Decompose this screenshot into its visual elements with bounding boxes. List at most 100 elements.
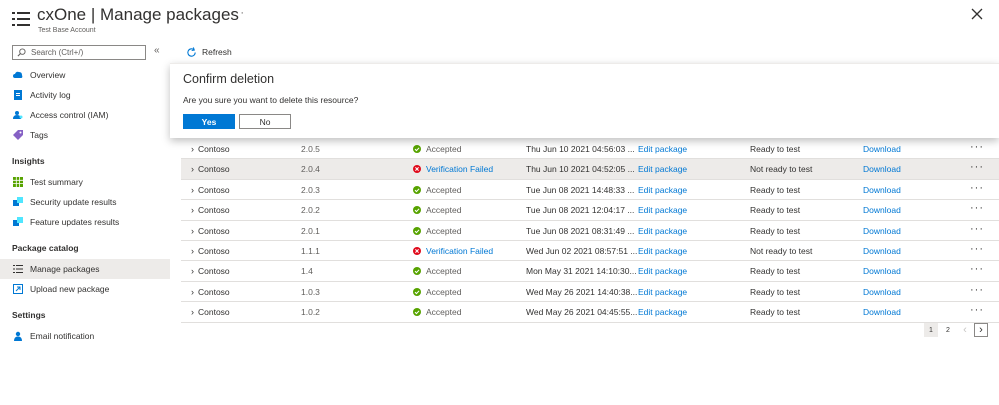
row-more-options-button[interactable]: ··· [970, 304, 984, 316]
download-link[interactable]: Download [863, 226, 901, 236]
page-subtitle: Test Base Account [38, 27, 96, 34]
package-name-cell[interactable]: › Contoso [191, 185, 230, 195]
table-row[interactable]: › Contoso 2.0.1 Accepted Tue Jun 08 2021 08:… [181, 221, 999, 241]
sidebar-item-activity-log[interactable]: Activity log [0, 85, 170, 105]
sidebar-item-email-notification[interactable]: Email notification [0, 326, 170, 346]
package-name-cell[interactable]: › Contoso [191, 307, 230, 317]
download-link[interactable]: Download [863, 185, 901, 195]
version-cell: 2.0.4 [301, 164, 320, 175]
download-link[interactable]: Download [863, 164, 901, 174]
cloud-icon [13, 71, 23, 78]
search-input[interactable]: Search (Ctrl+/) [12, 45, 146, 60]
date-cell: Tue Jun 08 2021 08:31:49 ... [526, 225, 635, 236]
sidebar-item-label: Manage packages [30, 264, 100, 274]
package-name-cell[interactable]: › Contoso [191, 226, 230, 236]
date-cell: Tue Jun 08 2021 14:48:33 ... [526, 184, 635, 195]
download-link[interactable]: Download [863, 307, 901, 317]
page-2-button[interactable]: 2 [941, 323, 955, 337]
status-cell[interactable]: Verification Failed [413, 164, 493, 174]
test-state-cell: Not ready to test [750, 245, 813, 256]
edit-package-link[interactable]: Edit package [638, 205, 687, 215]
sidebar-item-manage-packages[interactable]: Manage packages [0, 259, 170, 279]
row-more-options-button[interactable]: ··· [970, 263, 984, 275]
puzzle-icon [13, 197, 23, 206]
download-link[interactable]: Download [863, 266, 901, 276]
date-cell: Thu Jun 10 2021 04:56:03 ... [526, 144, 635, 154]
sidebar-item-feature-updates-results[interactable]: Feature updates results [0, 212, 170, 232]
edit-package-link[interactable]: Edit package [638, 307, 687, 317]
sidebar-item-security-update-results[interactable]: Security update results [0, 192, 170, 212]
row-more-options-button[interactable]: ··· [970, 243, 984, 255]
previous-page-button[interactable]: ‹ [958, 323, 972, 337]
row-more-options-button[interactable]: ··· [970, 284, 984, 296]
sidebar-item-test-summary[interactable]: Test summary [0, 172, 170, 192]
edit-package-link[interactable]: Edit package [638, 144, 687, 154]
table-row[interactable]: › Contoso 1.0.3 Accepted Wed May 26 2021 14:… [181, 282, 999, 303]
row-more-options-button[interactable]: ··· [970, 141, 984, 153]
no-button[interactable]: No [239, 114, 291, 129]
package-name-cell[interactable]: › Contoso [191, 266, 230, 276]
table-row[interactable]: › Contoso 2.0.4 Verification Failed Thu Jun … [181, 159, 999, 180]
dialog-message: Are you sure you want to delete this res… [183, 95, 359, 105]
chevron-right-icon: › [191, 184, 194, 195]
search-placeholder: Search (Ctrl+/) [31, 48, 84, 57]
page-1-button[interactable]: 1 [924, 323, 938, 337]
status-cell: Accepted [413, 266, 461, 276]
sidebar-item-overview[interactable]: Overview [0, 65, 170, 85]
edit-package-link[interactable]: Edit package [638, 185, 687, 195]
table-row[interactable]: › Contoso 1.0.2 Accepted Wed May 26 2021 04:… [181, 302, 999, 323]
collapse-sidebar-button[interactable]: « [154, 45, 160, 56]
row-more-options-button[interactable]: ··· [970, 182, 984, 194]
access-control-icon [13, 111, 23, 119]
status-text: Verification Failed [426, 164, 494, 175]
download-link[interactable]: Download [863, 144, 901, 154]
dialog-title: Confirm deletion [183, 72, 275, 86]
table-row[interactable]: › Contoso 2.0.5 Accepted Thu Jun 10 2021 04:… [181, 139, 999, 160]
package-catalog-heading: Package catalog [12, 243, 79, 253]
person-icon [14, 331, 22, 341]
status-text: Accepted [426, 286, 462, 297]
package-name-cell[interactable]: › Contoso [191, 287, 230, 297]
yes-button[interactable]: Yes [183, 114, 235, 129]
edit-package-link[interactable]: Edit package [638, 246, 687, 256]
page-title: cxOne | Manage packages [37, 5, 239, 24]
edit-package-link[interactable]: Edit package [638, 164, 687, 174]
package-name-cell[interactable]: › Contoso [191, 246, 230, 256]
row-more-options-button[interactable]: ··· [970, 161, 984, 173]
puzzle-icon [13, 217, 23, 226]
table-row[interactable]: › Contoso 2.0.2 Accepted Tue Jun 08 2021 12:… [181, 200, 999, 221]
sidebar-item-label: Feature updates results [30, 217, 120, 227]
package-name-cell[interactable]: › Contoso [191, 144, 230, 154]
sidebar-item-tags[interactable]: Tags [0, 125, 170, 145]
status-text: Accepted [426, 266, 462, 277]
version-cell: 1.1.1 [301, 245, 320, 256]
status-cell[interactable]: Verification Failed [413, 246, 493, 256]
date-cell: Wed Jun 02 2021 08:57:51 ... [526, 245, 638, 256]
test-state-cell: Ready to test [750, 266, 801, 277]
package-name-cell[interactable]: › Contoso [191, 164, 230, 174]
sidebar-item-upload-new-package[interactable]: Upload new package [0, 279, 170, 299]
edit-package-link[interactable]: Edit package [638, 266, 687, 276]
download-link[interactable]: Download [863, 287, 901, 297]
download-link[interactable]: Download [863, 205, 901, 215]
table-row[interactable]: › Contoso 1.1.1 Verification Failed Wed Jun … [181, 241, 999, 262]
next-page-button[interactable]: › [974, 323, 988, 337]
package-name-cell[interactable]: › Contoso [191, 205, 230, 215]
edit-package-link[interactable]: Edit package [638, 226, 687, 236]
checkmark-circle-icon [413, 185, 421, 194]
chevron-right-icon: › [191, 225, 194, 236]
package-name: Contoso [198, 144, 230, 154]
row-more-options-button[interactable]: ··· [970, 202, 984, 214]
sidebar-item-label: Overview [30, 70, 66, 80]
more-options-button[interactable]: ··· [231, 7, 245, 19]
sidebar-item-access-control[interactable]: Access control (IAM) [0, 105, 170, 125]
edit-package-link[interactable]: Edit package [638, 287, 687, 297]
table-row[interactable]: › Contoso 2.0.3 Accepted Tue Jun 08 2021 14:… [181, 180, 999, 201]
refresh-button[interactable]: Refresh [186, 45, 232, 59]
download-link[interactable]: Download [863, 246, 901, 256]
refresh-label: Refresh [202, 47, 232, 57]
close-icon[interactable] [970, 7, 984, 21]
row-more-options-button[interactable]: ··· [970, 223, 984, 235]
refresh-icon [187, 46, 196, 57]
table-row[interactable]: › Contoso 1.4 Accepted Mon May 31 2021 14:10… [181, 261, 999, 282]
